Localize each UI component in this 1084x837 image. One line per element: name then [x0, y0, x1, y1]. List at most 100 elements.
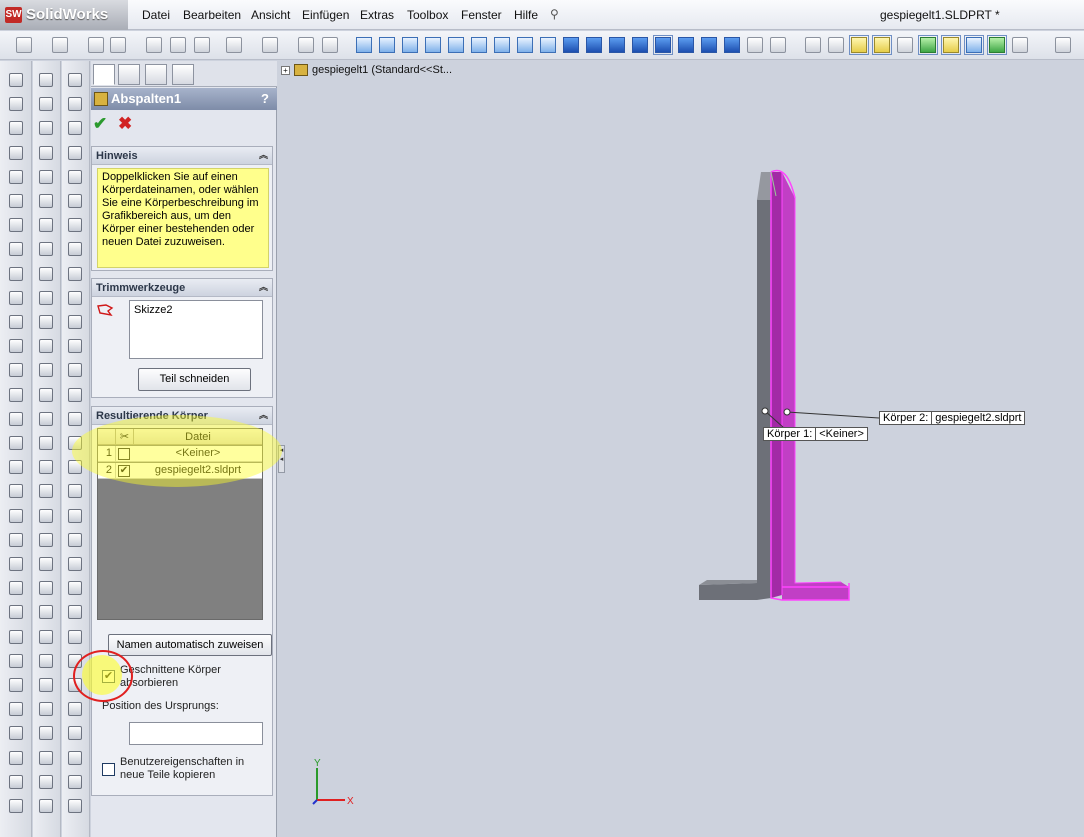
sketch-tool-icon[interactable] — [39, 726, 53, 741]
sketch-tool-icon[interactable] — [39, 557, 53, 571]
shaded-icon[interactable] — [678, 37, 694, 53]
sketch-tool-icon[interactable] — [39, 290, 53, 305]
sketch-tool-icon[interactable] — [9, 774, 23, 789]
table-row[interactable]: 2 ✔ gespiegelt2.sldprt — [98, 463, 262, 479]
sketch-tool-icon[interactable] — [39, 678, 53, 692]
sketch-tool-icon[interactable] — [68, 411, 82, 426]
body-1-gray[interactable] — [699, 172, 771, 600]
sketch-tool-icon[interactable] — [9, 97, 23, 112]
featuremanager-tab-icon[interactable] — [93, 64, 115, 85]
sketch-tool-icon[interactable] — [68, 145, 82, 160]
expand-plus-icon[interactable]: + — [281, 65, 290, 75]
sketch-tool-icon[interactable] — [68, 194, 82, 208]
body-1-callout[interactable]: Körper 1: <Keiner> — [763, 427, 868, 441]
sketch-tool-icon[interactable] — [9, 484, 23, 499]
sketch-tool-icon[interactable] — [39, 629, 53, 644]
wireframe-icon[interactable] — [609, 37, 625, 53]
collapse-chevron-icon[interactable]: ︽ — [259, 406, 268, 424]
sketch-tool-icon[interactable] — [68, 242, 82, 257]
configurationmanager-tab-icon[interactable] — [145, 64, 167, 85]
menu-ansicht[interactable]: Ansicht — [251, 8, 290, 22]
sketch-tool-icon[interactable] — [39, 169, 53, 184]
sketch-tool-icon[interactable] — [68, 702, 82, 717]
pin-icon[interactable]: ⚲ — [550, 7, 564, 21]
sketch-tool-icon[interactable] — [68, 799, 82, 813]
sketch-tool-icon[interactable] — [9, 169, 23, 184]
sketch-tool-icon[interactable] — [39, 339, 53, 354]
sketch-tool-icon[interactable] — [68, 774, 82, 789]
origin-position-field[interactable] — [129, 722, 263, 745]
sketch-tool-icon[interactable] — [9, 145, 23, 160]
resulting-bodies-header[interactable]: Resultierende Körper ︽ — [92, 407, 272, 425]
sketch-tool-icon[interactable] — [39, 484, 53, 499]
sketch-tool-icon[interactable] — [9, 581, 23, 596]
sketch-tool-icon[interactable] — [68, 605, 82, 620]
menu-hilfe[interactable]: Hilfe — [514, 8, 538, 22]
sketch-tool-icon[interactable] — [9, 218, 23, 233]
auto-name-button[interactable]: Namen automatisch zuweisen — [108, 634, 272, 656]
sketch-tool-icon[interactable] — [9, 290, 23, 305]
view-origins-icon[interactable] — [897, 37, 913, 53]
row-checkbox[interactable]: ✔ — [118, 465, 130, 477]
print-icon[interactable] — [110, 37, 126, 53]
undo-icon[interactable] — [226, 37, 242, 53]
sketch-tool-icon[interactable] — [9, 339, 23, 354]
copy-properties-checkbox[interactable] — [102, 763, 115, 776]
display-settings-icon[interactable] — [770, 37, 786, 53]
sketch-tool-icon[interactable] — [39, 436, 53, 450]
sketch-tool-icon[interactable] — [39, 702, 53, 717]
hidden-lines-icon[interactable] — [632, 37, 648, 53]
feature-tree-root[interactable]: + gespiegelt1 (Standard<<St... — [281, 62, 452, 78]
sketch-tool-icon[interactable] — [9, 121, 23, 136]
teil-schneiden-button[interactable]: Teil schneiden — [138, 368, 251, 391]
view-trimetric-icon[interactable] — [517, 37, 533, 53]
menu-extras[interactable]: Extras — [360, 8, 394, 22]
sketch-tool-icon[interactable] — [68, 750, 82, 765]
sketch-tool-icon[interactable] — [68, 387, 82, 402]
solidworks-logo[interactable]: SW SolidWorks — [0, 0, 128, 30]
sketch-tool-icon[interactable] — [68, 532, 82, 547]
row-file[interactable]: gespiegelt2.sldprt — [134, 463, 262, 479]
table-row[interactable]: 1 <Keiner> — [98, 446, 262, 462]
sketch-tool-icon[interactable] — [9, 508, 23, 523]
row-checkbox[interactable] — [118, 448, 130, 460]
sketch-tool-icon[interactable] — [39, 653, 53, 668]
sketch-tool-icon[interactable] — [39, 73, 53, 87]
trim-tools-list[interactable]: Skizze2 — [129, 300, 263, 359]
view-planes-icon[interactable] — [849, 35, 869, 55]
menu-toolbox[interactable]: Toolbox — [407, 8, 448, 22]
sketch-tool-icon[interactable] — [68, 169, 82, 184]
sketch-tool-icon[interactable] — [9, 315, 23, 329]
menu-bearbeiten[interactable]: Bearbeiten — [183, 8, 241, 22]
view-annotations-icon[interactable] — [964, 35, 984, 55]
absorb-checkbox[interactable]: ✔ — [102, 670, 115, 683]
sketch-tool-icon[interactable] — [9, 678, 23, 692]
new-document-icon[interactable] — [16, 37, 32, 53]
sketch-tool-icon[interactable] — [68, 678, 82, 692]
sketch-tool-icon[interactable] — [9, 629, 23, 644]
sketch-tool-icon[interactable] — [9, 436, 23, 450]
sketch-tool-icon[interactable] — [9, 702, 23, 717]
menu-datei[interactable]: Datei — [142, 8, 170, 22]
sketch-tool-icon[interactable] — [68, 73, 82, 87]
sketch-tool-icon[interactable] — [68, 460, 82, 475]
options-icon[interactable] — [170, 37, 186, 53]
view-curves-icon[interactable] — [918, 35, 938, 55]
sketch-tool-icon[interactable] — [68, 339, 82, 354]
view-right-icon[interactable] — [425, 37, 441, 53]
body-2-selected[interactable] — [770, 169, 850, 601]
body-2-callout[interactable]: Körper 2: gespiegelt2.sldprt — [879, 411, 1026, 425]
view-dimetric-icon[interactable] — [540, 37, 556, 53]
sketch-tool-icon[interactable] — [39, 194, 53, 208]
sketch-tool-icon[interactable] — [39, 97, 53, 112]
dimxpert-tab-icon[interactable] — [172, 64, 194, 85]
sketch-tool-icon[interactable] — [68, 363, 82, 378]
sketch-tool-icon[interactable] — [9, 799, 23, 813]
glasses-icon[interactable] — [747, 37, 763, 53]
propertymanager-tab-icon[interactable] — [118, 64, 140, 85]
sketch-tool-icon[interactable] — [39, 242, 53, 257]
sketch-tool-icon[interactable] — [39, 581, 53, 596]
sketch-tool-icon[interactable] — [68, 581, 82, 596]
measure-icon[interactable] — [805, 37, 821, 53]
sketch-tool-icon[interactable] — [39, 266, 53, 281]
